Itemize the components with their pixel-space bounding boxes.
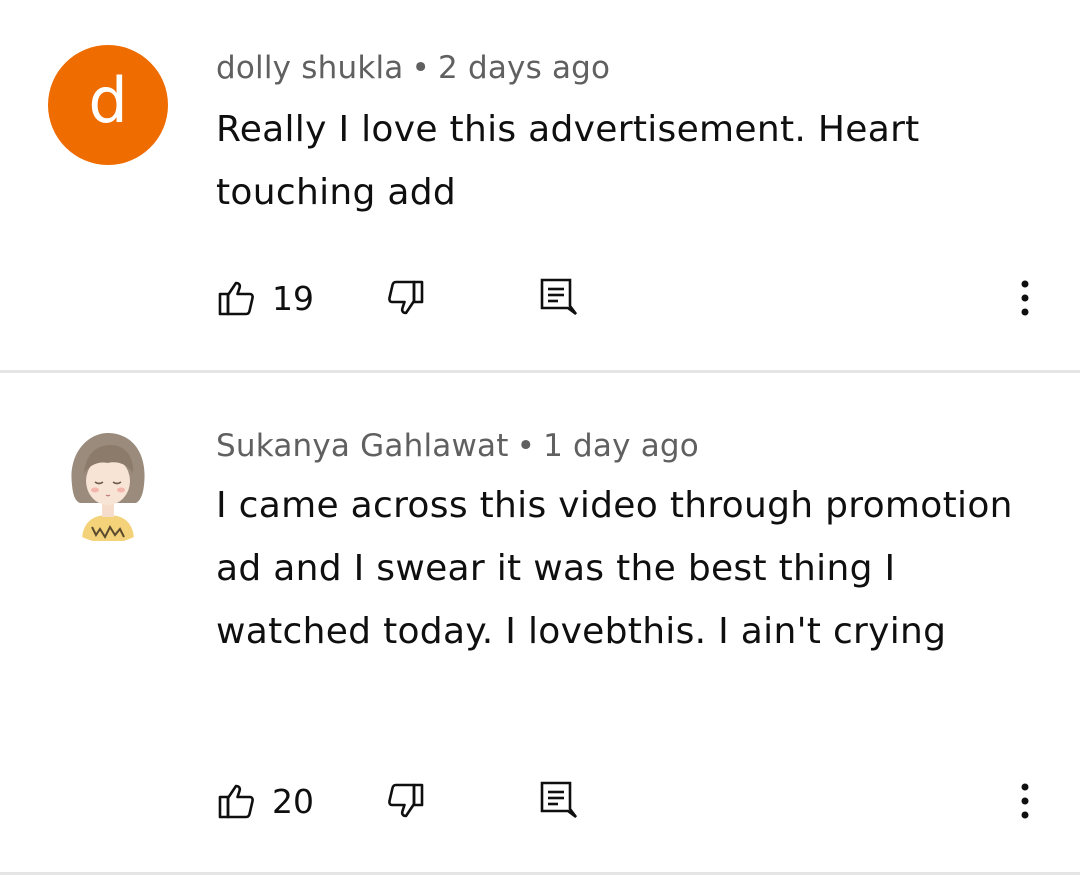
- more-vertical-icon: [1019, 278, 1031, 318]
- comment-item: Sukanya Gahlawat • 1 day ago I came across…: [0, 373, 1080, 872]
- like-count: 19: [272, 278, 314, 318]
- reply-comment-icon: [538, 779, 578, 823]
- comment-text: Really I love this advertisement. Heart …: [216, 109, 920, 213]
- avatar-letter: d: [88, 64, 128, 137]
- comment-meta: Sukanya Gahlawat • 1 day ago: [216, 428, 699, 464]
- reply-button[interactable]: [538, 773, 578, 829]
- comment-meta: dolly shukla • 2 days ago: [216, 50, 610, 86]
- comment-text: I came across this video through promoti…: [216, 485, 1013, 652]
- meta-separator: •: [411, 50, 430, 86]
- comment-item: d dolly shukla • 2 days ago Really I love …: [0, 0, 1080, 370]
- reply-comment-icon: [538, 276, 578, 320]
- like-count: 20: [272, 781, 314, 821]
- avatar[interactable]: d: [48, 45, 168, 165]
- comment-actions: 20: [0, 773, 1080, 829]
- comment-time[interactable]: 1 day ago: [543, 428, 699, 464]
- more-options-button[interactable]: [1004, 773, 1046, 829]
- thumb-down-icon: [386, 278, 426, 318]
- divider: [0, 872, 1080, 875]
- comment-time[interactable]: 2 days ago: [438, 50, 610, 86]
- meta-separator: •: [516, 428, 536, 464]
- thumb-up-icon: [216, 781, 256, 821]
- like-button[interactable]: 20: [216, 773, 314, 829]
- girl-avatar-icon: [48, 433, 168, 543]
- thumb-down-icon: [386, 781, 426, 821]
- more-vertical-icon: [1019, 781, 1031, 821]
- dislike-button[interactable]: [386, 773, 426, 829]
- avatar[interactable]: [48, 423, 168, 543]
- more-options-button[interactable]: [1004, 270, 1046, 326]
- author-name[interactable]: Sukanya Gahlawat: [216, 428, 509, 464]
- reply-button[interactable]: [538, 270, 578, 326]
- comment-actions: 19: [0, 270, 1080, 326]
- like-button[interactable]: 19: [216, 270, 314, 326]
- thumb-up-icon: [216, 278, 256, 318]
- dislike-button[interactable]: [386, 270, 426, 326]
- author-name[interactable]: dolly shukla: [216, 50, 403, 86]
